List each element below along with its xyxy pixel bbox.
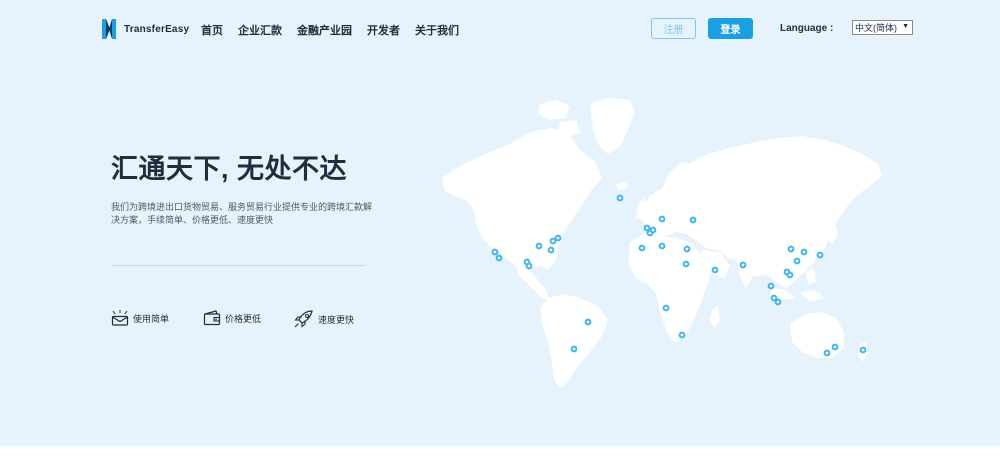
chevron-down-icon: ▼ [902,23,909,30]
hero-description: 我们为跨境进出口货物贸易、服务贸易行业提供专业的跨境汇款解决方案，手续简单、价格… [111,202,373,225]
map-marker [831,343,839,351]
map-marker [658,215,666,223]
map-marker [662,304,670,312]
map-marker [678,331,686,339]
map-marker [570,345,578,353]
map-marker [547,246,555,254]
wallet-icon [203,310,221,326]
map-marker [525,262,533,270]
login-button[interactable]: 登录 [708,18,753,39]
map-marker [800,248,808,256]
language-select-value: 中文(简体) [855,23,897,33]
map-marker [682,260,690,268]
map-marker [711,266,719,274]
map-marker [683,245,691,253]
language-label: Language : [780,23,834,34]
logo-text: TransferEasy [124,23,190,35]
hero-title: 汇通天下, 无处不达 [111,154,348,184]
divider [111,265,365,266]
map-marker [786,271,794,279]
feature-label-faster: 速度更快 [318,314,355,325]
map-marker [859,346,867,354]
world-map [442,98,882,388]
map-marker [767,282,775,290]
feature-faster: 速度更快 [294,310,354,328]
map-marker [616,194,624,202]
nav-item-developers[interactable]: 开发者 [367,22,400,38]
map-marker [649,226,657,234]
map-marker [787,245,795,253]
envelope-tray-icon [111,310,129,326]
rocket-icon [294,310,313,328]
nav-item-finance-park[interactable]: 金融产业园 [297,22,352,38]
language-select[interactable]: 中文(简体) ▼ [852,20,913,35]
map-marker [554,234,562,242]
map-marker [658,242,666,250]
nav-item-home[interactable]: 首页 [201,22,223,38]
logo-icon [102,19,116,39]
map-marker [638,244,646,252]
register-button[interactable]: 注册 [651,18,696,39]
feature-cheaper: 价格更低 [203,310,261,326]
map-marker [774,298,782,306]
map-marker [739,261,747,269]
map-marker [491,248,499,256]
main-nav: 首页 企业汇款 金融产业园 开发者 关于我们 [201,22,474,38]
footer-strip [0,446,1000,467]
map-marker [495,254,503,262]
map-marker [793,257,801,265]
feature-simple: 使用简单 [111,310,169,326]
map-marker [584,318,592,326]
feature-label-cheaper: 价格更低 [225,313,262,324]
map-marker [549,237,557,245]
map-marker [689,216,697,224]
feature-label-simple: 使用简单 [133,313,170,324]
map-marker [643,224,651,232]
nav-item-about-us[interactable]: 关于我们 [415,22,459,38]
map-marker [823,349,831,357]
map-marker [816,251,824,259]
map-marker [535,242,543,250]
nav-item-business-remittance[interactable]: 企业汇款 [238,22,282,38]
logo[interactable]: TransferEasy [100,18,189,40]
